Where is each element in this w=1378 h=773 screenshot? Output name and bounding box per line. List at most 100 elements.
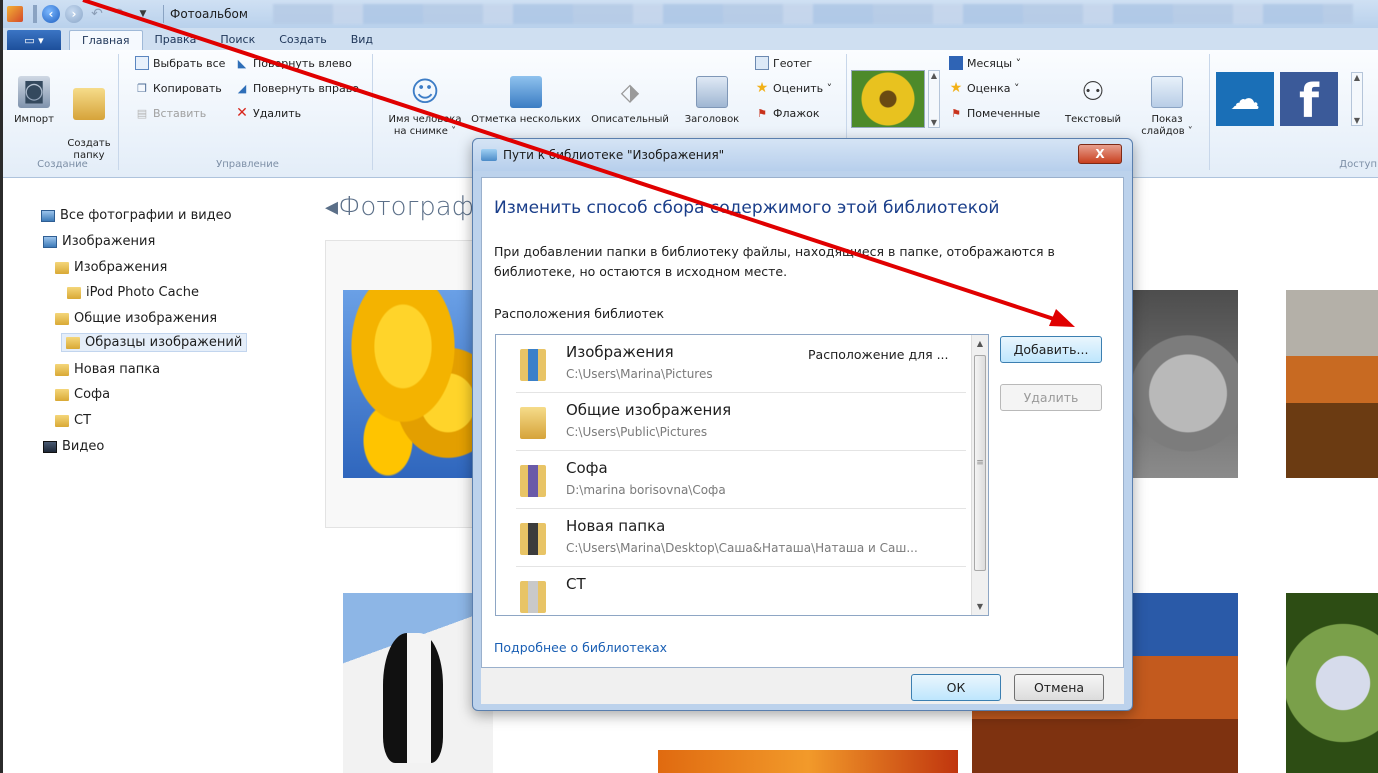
nav-item-label: Общие изображения: [74, 311, 218, 326]
select-all-button[interactable]: Выбрать все: [135, 56, 225, 70]
geotag-button[interactable]: Геотег: [755, 56, 812, 70]
person-tag-button[interactable]: ☺ Имя человека на снимке ˅: [383, 76, 467, 138]
list-item[interactable]: Изображения C:\Users\Marina\Pictures Рас…: [516, 335, 966, 393]
photo-thumbnail-tulips[interactable]: [343, 290, 493, 478]
redo-icon[interactable]: ↷: [111, 5, 129, 23]
rate-label: Оценить ˅: [773, 81, 833, 95]
rotate-left-button[interactable]: ◣ Повернуть влево: [235, 56, 352, 70]
nav-item-ipod-cache[interactable]: iPod Photo Cache: [67, 285, 199, 300]
select-all-label: Выбрать все: [153, 56, 226, 70]
tab-view[interactable]: Вид: [339, 30, 385, 50]
remove-button[interactable]: Удалить: [1000, 384, 1102, 411]
nav-item-pictures[interactable]: Изображения: [55, 260, 167, 275]
forward-icon[interactable]: ›: [65, 5, 83, 23]
library-locations-list[interactable]: Изображения C:\Users\Marina\Pictures Рас…: [495, 334, 989, 616]
tab-create[interactable]: Создать: [267, 30, 339, 50]
flag-icon: ⚑: [951, 106, 961, 120]
list-item[interactable]: Общие изображения C:\Users\Public\Pictur…: [516, 393, 966, 451]
flag-button[interactable]: ⚑ Флажок: [755, 106, 820, 120]
rating-filter-button[interactable]: ★ Оценка ˅: [949, 80, 1020, 96]
caption-icon: [696, 76, 728, 108]
nav-item-sofa[interactable]: Софа: [55, 387, 110, 402]
delete-button[interactable]: ✕ Удалить: [235, 105, 301, 121]
back-icon[interactable]: ‹: [42, 5, 60, 23]
list-item[interactable]: Софа D:\marina borisovna\Софа: [516, 451, 966, 509]
star-icon: ★: [755, 80, 769, 96]
list-scrollbar[interactable]: ▲ ≡ ▼: [971, 335, 988, 615]
months-button[interactable]: Месяцы ˅: [949, 56, 1021, 70]
binoculars-icon: ⚇: [1081, 77, 1105, 107]
create-folder-button[interactable]: Создать папку: [63, 76, 115, 162]
scroll-up-icon[interactable]: ▲: [972, 335, 988, 352]
map-icon: [755, 56, 769, 70]
dialog-footer: ОК Отмена: [481, 668, 1124, 704]
ok-button[interactable]: ОК: [911, 674, 1001, 701]
nav-item-new-folder[interactable]: Новая папка: [55, 362, 160, 377]
dialog-body: Изменить способ сбора содержимого этой б…: [481, 177, 1124, 668]
gallery-scroll[interactable]: ▲ ▼: [928, 70, 940, 128]
facebook-icon[interactable]: f: [1280, 72, 1338, 126]
ribbon-group-manage: Выбрать все ❐ Копировать ▤ Вставить ◣ По…: [123, 54, 373, 170]
scroll-down-icon[interactable]: ▼: [972, 598, 988, 615]
rotate-right-button[interactable]: ◢ Повернуть вправо: [235, 81, 359, 95]
flag-label: Флажок: [773, 106, 820, 120]
folder-icon: [55, 363, 69, 376]
tab-search[interactable]: Поиск: [208, 30, 267, 50]
rate-button[interactable]: ★ Оценить ˅: [755, 80, 833, 96]
list-item[interactable]: Новая папка C:\Users\Marina\Desktop\Саша…: [516, 509, 966, 567]
share-gallery-scroll[interactable]: ▲ ▼: [1351, 72, 1363, 126]
flagged-button[interactable]: ⚑ Помеченные: [949, 106, 1040, 120]
slideshow-button[interactable]: Показ слайдов ˅: [1135, 76, 1199, 138]
nav-item-all-photos[interactable]: Все фотографии и видео: [41, 208, 232, 223]
tab-edit[interactable]: Правка: [143, 30, 209, 50]
nav-item-sample-pictures[interactable]: Образцы изображений: [61, 333, 248, 352]
nav-item-video[interactable]: Видео: [43, 439, 104, 454]
descriptive-tag-button[interactable]: ⬗ Описательный: [585, 76, 675, 126]
nav-item-public-pictures[interactable]: Общие изображения: [55, 311, 217, 326]
onedrive-cloud-icon[interactable]: ☁: [1216, 72, 1274, 126]
photo-thumbnail-lighthouse[interactable]: [1286, 290, 1378, 478]
learn-more-link[interactable]: Подробнее о библиотеках: [494, 640, 667, 655]
rotate-left-label: Повернуть влево: [253, 56, 352, 70]
rotate-right-label: Повернуть вправо: [253, 81, 359, 95]
text-search-button[interactable]: ⚇ Текстовый: [1061, 76, 1125, 126]
app-icon[interactable]: [7, 6, 23, 22]
location-name: Новая папка: [566, 517, 666, 535]
scroll-thumb[interactable]: ≡: [974, 355, 986, 571]
tag-icon: ⬗: [620, 78, 640, 106]
paste-button[interactable]: ▤ Вставить: [135, 106, 206, 120]
tab-home[interactable]: Главная: [69, 30, 143, 50]
close-button[interactable]: X: [1078, 144, 1122, 164]
add-button[interactable]: Добавить...: [1000, 336, 1102, 363]
delete-icon: ✕: [236, 105, 248, 121]
customize-quick-access-icon[interactable]: ▼: [134, 5, 152, 23]
location-path: D:\marina borisovna\Софа: [566, 483, 726, 497]
tag-many-people-button[interactable]: Отметка нескольких: [471, 76, 581, 126]
select-all-icon: [135, 56, 149, 70]
rotate-left-icon: ◣: [237, 56, 247, 70]
cancel-button[interactable]: Отмена: [1014, 674, 1104, 701]
descriptive-label: Описательный: [591, 114, 669, 125]
video-icon: [43, 440, 57, 453]
copy-button[interactable]: ❐ Копировать: [135, 81, 222, 95]
photo-thumbnail-hydrangeas[interactable]: [1286, 593, 1378, 773]
undo-icon[interactable]: ↶: [88, 5, 106, 23]
caption-button[interactable]: Заголовок: [677, 76, 747, 126]
location-path: C:\Users\Marina\Pictures: [566, 367, 713, 381]
library-locations-dialog: Пути к библиотеке "Изображения" X Измени…: [472, 138, 1133, 711]
import-button[interactable]: ◙ Импорт: [9, 76, 59, 126]
folder-icon: [520, 407, 546, 439]
photo-thumbnail-jellyfish[interactable]: [658, 750, 958, 773]
location-name: Общие изображения: [566, 401, 732, 419]
photo-thumbnail-penguins[interactable]: [343, 593, 493, 773]
folder-icon: [73, 88, 105, 120]
list-item[interactable]: СТ: [516, 567, 966, 615]
nav-item-pictures-library[interactable]: Изображения: [43, 234, 155, 249]
photo-gallery-thumbnail[interactable]: [851, 70, 925, 128]
folder-icon: [520, 523, 546, 555]
folder-icon: [55, 414, 69, 427]
file-menu-button[interactable]: ▭ ▾: [7, 30, 61, 50]
pictures-folder-icon: [520, 349, 546, 381]
dialog-description: При добавлении папки в библиотеку файлы,…: [494, 244, 1055, 279]
nav-item-ct[interactable]: СТ: [55, 413, 91, 428]
